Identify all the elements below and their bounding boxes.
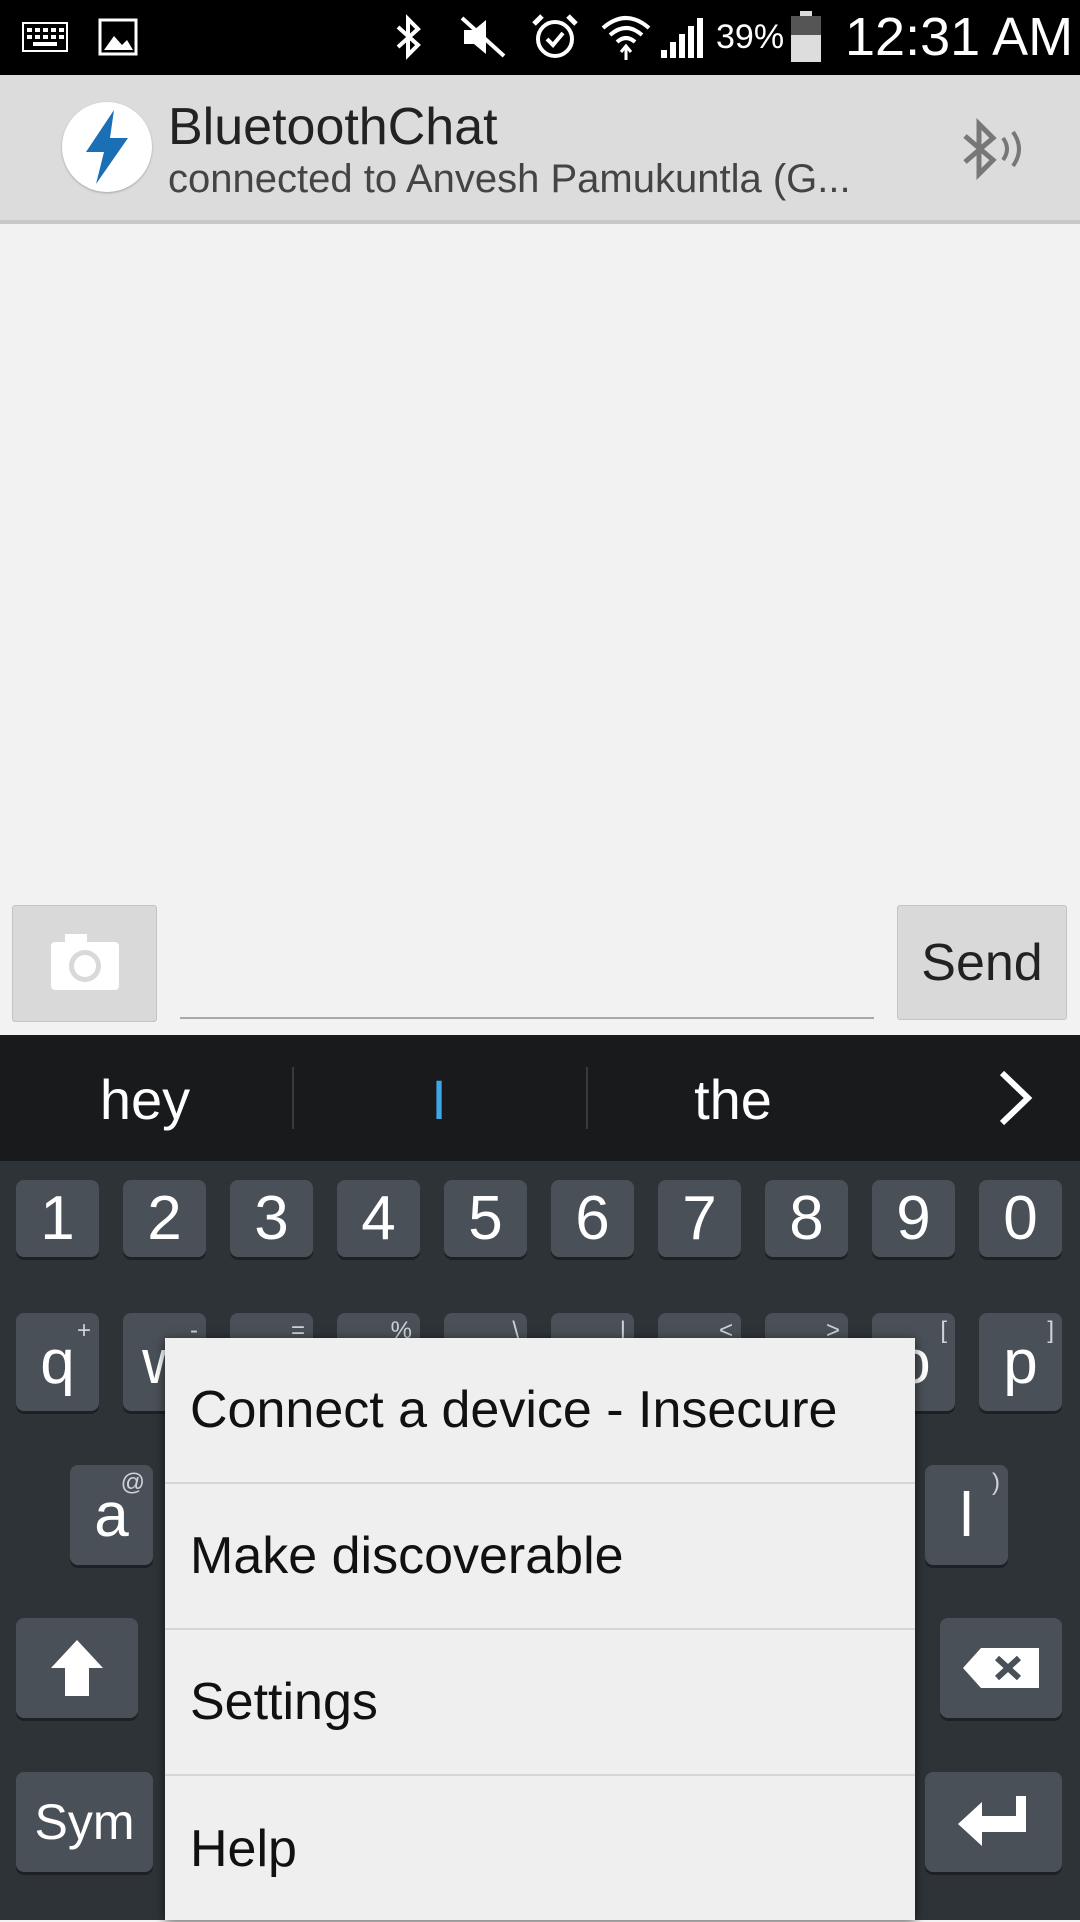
key-0[interactable]: 0 <box>979 1180 1062 1257</box>
signal-icon <box>658 12 710 62</box>
message-input[interactable] <box>180 905 874 1019</box>
menu-item-make-discoverable[interactable]: Make discoverable <box>165 1484 915 1630</box>
shift-arrow-icon <box>51 1640 103 1696</box>
bluetooth-discoverable-icon[interactable] <box>955 110 1035 190</box>
backspace-icon <box>963 1648 1039 1688</box>
key-label: l <box>959 1480 974 1550</box>
alarm-icon <box>527 12 582 62</box>
key-label: Sym <box>34 1794 135 1850</box>
action-bar: BluetoothChat connected to Anvesh Pamuku… <box>0 75 1080 224</box>
key-label: 0 <box>1003 1184 1038 1253</box>
key-label: 7 <box>682 1184 717 1253</box>
key-9[interactable]: 9 <box>872 1180 955 1257</box>
status-bar: 39% 12:31 AM <box>0 0 1080 75</box>
shift-key[interactable] <box>16 1618 138 1718</box>
key-label: 6 <box>575 1184 610 1253</box>
battery-icon <box>788 11 824 62</box>
key-sub-label: ] <box>1047 1317 1054 1344</box>
key-1[interactable]: 1 <box>16 1180 99 1257</box>
menu-item-help[interactable]: Help <box>165 1776 915 1922</box>
menu-item-connect-insecure[interactable]: Connect a device - Insecure <box>165 1338 915 1484</box>
key-label: 9 <box>896 1184 931 1253</box>
key-label: 4 <box>361 1184 396 1253</box>
send-button[interactable]: Send <box>897 905 1067 1020</box>
suggestion-3[interactable]: the <box>588 1067 878 1132</box>
suggestion-bar: hey I the <box>0 1035 1080 1161</box>
mute-icon <box>455 12 510 62</box>
keyboard-icon <box>20 12 70 62</box>
key-sub-label: [ <box>940 1317 947 1344</box>
enter-icon <box>957 1796 1026 1846</box>
wifi-icon <box>598 12 653 62</box>
key-6[interactable]: 6 <box>551 1180 634 1257</box>
key-label: 1 <box>40 1184 75 1253</box>
key-label: 3 <box>254 1184 289 1253</box>
enter-key[interactable] <box>925 1772 1062 1872</box>
key-sub-label: + <box>76 1317 91 1344</box>
bluetooth-icon <box>388 12 428 62</box>
app-logo-icon[interactable] <box>62 102 152 192</box>
key-label: q <box>40 1327 75 1397</box>
suggestion-1[interactable]: hey <box>0 1067 290 1132</box>
image-icon <box>95 12 140 62</box>
key-sub-label: @ <box>120 1469 145 1496</box>
status-time: 12:31 AM <box>845 7 1074 67</box>
sym-key[interactable]: Sym <box>16 1772 153 1872</box>
key-7[interactable]: 7 <box>658 1180 741 1257</box>
chevron-right-icon[interactable] <box>990 1065 1040 1131</box>
camera-button[interactable] <box>12 905 157 1022</box>
key-p[interactable]: ] p <box>979 1313 1062 1411</box>
key-label: 8 <box>789 1184 824 1253</box>
backspace-key[interactable] <box>940 1618 1062 1718</box>
key-2[interactable]: 2 <box>123 1180 206 1257</box>
key-3[interactable]: 3 <box>230 1180 313 1257</box>
menu-item-settings[interactable]: Settings <box>165 1630 915 1776</box>
key-sub-label: ) <box>992 1469 1000 1496</box>
app-title: BluetoothChat <box>168 98 498 156</box>
key-8[interactable]: 8 <box>765 1180 848 1257</box>
key-label: p <box>1003 1327 1038 1397</box>
key-a[interactable]: @ a <box>70 1465 153 1565</box>
key-l[interactable]: ) l <box>925 1465 1008 1565</box>
battery-percent: 39% <box>716 18 785 56</box>
key-label: 2 <box>147 1184 182 1253</box>
key-5[interactable]: 5 <box>444 1180 527 1257</box>
camera-icon <box>51 934 119 990</box>
connection-status: connected to Anvesh Pamukuntla (G... <box>168 157 851 201</box>
key-label: 5 <box>468 1184 503 1253</box>
key-4[interactable]: 4 <box>337 1180 420 1257</box>
suggestion-2[interactable]: I <box>294 1067 584 1132</box>
key-q[interactable]: + q <box>16 1313 99 1411</box>
options-menu: Connect a device - Insecure Make discove… <box>165 1338 915 1920</box>
